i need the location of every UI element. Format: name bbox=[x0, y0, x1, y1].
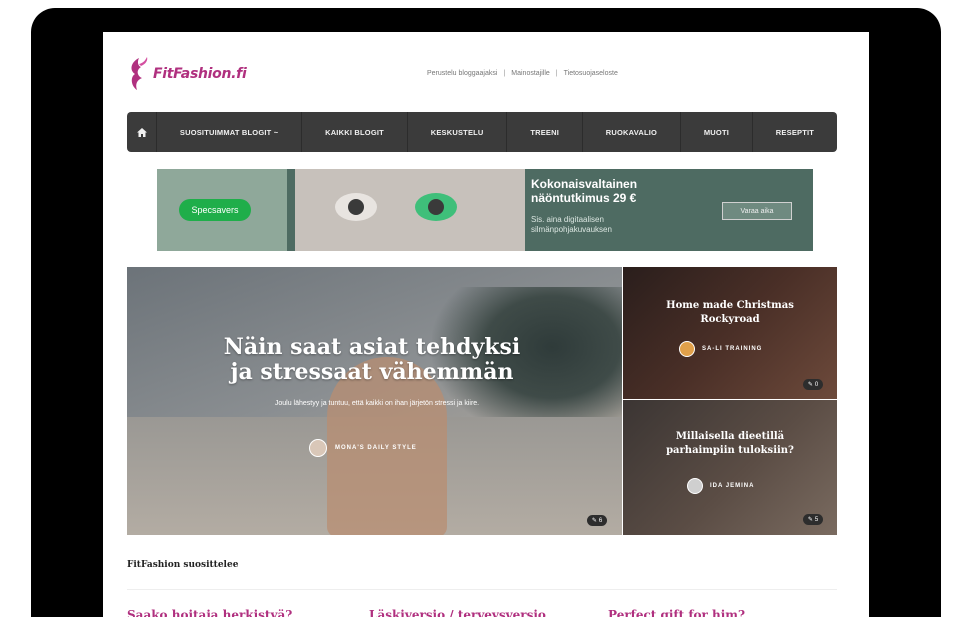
section-divider bbox=[127, 589, 837, 590]
eye-graphic-highlighted bbox=[415, 193, 457, 221]
comment-count-value: 0 bbox=[814, 381, 819, 388]
site-logo[interactable]: FitFashion.fi bbox=[127, 54, 247, 94]
comment-count[interactable]: ✎ 6 bbox=[587, 515, 607, 526]
author-name: IDA JEMINA bbox=[710, 483, 755, 489]
top-link-privacy[interactable]: Tietosuojaseloste bbox=[564, 70, 618, 77]
comment-icon: ✎ bbox=[807, 517, 813, 523]
top-links: Perustelu bloggaajaksi | Mainostajille |… bbox=[427, 70, 618, 77]
ad-brand-panel: Specsavers bbox=[157, 169, 287, 251]
featured-post-excerpt: Joulu lähestyy ja tuntuu, että kaikki on… bbox=[274, 400, 480, 407]
ad-subtext-line: silmänpohjakuvauksen bbox=[531, 225, 612, 234]
side-post-title[interactable]: Home made Christmas Rockyroad bbox=[633, 299, 827, 327]
top-link-blogger[interactable]: Perustelu bloggaajaksi bbox=[427, 70, 497, 77]
nav-home[interactable] bbox=[127, 112, 157, 152]
recommendation-link[interactable]: Perfect gift for him? bbox=[608, 608, 745, 617]
featured-title-line: ja stressaat vähemmän bbox=[230, 359, 514, 385]
main-nav: SUOSITUIMMAT BLOGIT ~ KAIKKI BLOGIT KESK… bbox=[127, 112, 837, 152]
logo-icon bbox=[127, 56, 149, 92]
device-frame: FitFashion.fi Perustelu bloggaajaksi | M… bbox=[31, 8, 941, 617]
ad-headline: Kokonaisvaltainen näöntutkimus 29 € bbox=[531, 177, 637, 205]
site-brand: FitFashion.fi bbox=[153, 66, 247, 82]
nav-item-all-blogs[interactable]: KAIKKI BLOGIT bbox=[302, 112, 408, 152]
side-post-title-line: Home made Christmas bbox=[666, 300, 794, 311]
recommendation-link[interactable]: Läskiversio / terveysversio bbox=[369, 608, 546, 617]
author-name: MONA'S DAILY STYLE bbox=[335, 445, 417, 451]
side-post-author[interactable]: SA-LI TRAINING bbox=[679, 341, 762, 357]
avatar bbox=[679, 341, 695, 357]
ad-headline-line: Kokonaisvaltainen bbox=[531, 177, 638, 191]
ad-face-image bbox=[295, 169, 525, 251]
side-post-title[interactable]: Millaisella dieetillä parhaimpiin tuloks… bbox=[633, 430, 827, 458]
featured-post-title[interactable]: Näin saat asiat tehdyksi ja stressaat vä… bbox=[197, 335, 547, 385]
ad-cta-button[interactable]: Varaa aika bbox=[722, 202, 792, 220]
ad-subtext-line: Sis. aina digitaalisen bbox=[531, 215, 604, 224]
eye-graphic bbox=[335, 193, 377, 221]
comment-count-value: 5 bbox=[814, 516, 819, 523]
browser-viewport: FitFashion.fi Perustelu bloggaajaksi | M… bbox=[103, 32, 869, 617]
ad-headline-line: näöntutkimus 29 € bbox=[531, 191, 637, 205]
top-link-separator: | bbox=[503, 70, 506, 77]
author-name: SA-LI TRAINING bbox=[702, 346, 763, 352]
top-link-advertisers[interactable]: Mainostajille bbox=[511, 70, 550, 77]
ad-banner[interactable]: Specsavers Kokonaisvaltainen näöntutkimu… bbox=[157, 169, 813, 251]
comment-icon: ✎ bbox=[591, 518, 597, 524]
avatar bbox=[309, 439, 327, 457]
side-post-author[interactable]: IDA JEMINA bbox=[687, 478, 754, 494]
featured-title-line: Näin saat asiat tehdyksi bbox=[223, 334, 521, 360]
recommendation-link[interactable]: Saako hoitaja herkistyä? bbox=[127, 608, 292, 617]
featured-post-author[interactable]: MONA'S DAILY STYLE bbox=[309, 439, 417, 457]
side-post-title-line: Millaisella dieetillä bbox=[675, 431, 785, 442]
nav-item-diet[interactable]: RUOKAVALIO bbox=[583, 112, 681, 152]
nav-item-fashion[interactable]: MUOTI bbox=[681, 112, 753, 152]
avatar bbox=[687, 478, 703, 494]
nav-item-popular-blogs[interactable]: SUOSITUIMMAT BLOGIT ~ bbox=[157, 112, 303, 152]
home-icon bbox=[136, 127, 147, 137]
side-post-title-line: Rockyroad bbox=[700, 314, 760, 325]
side-post-title-line: parhaimpiin tuloksiin? bbox=[666, 445, 794, 456]
side-post[interactable]: Millaisella dieetillä parhaimpiin tuloks… bbox=[623, 400, 837, 535]
ad-brand-logo: Specsavers bbox=[179, 199, 251, 221]
side-post[interactable]: Home made Christmas Rockyroad SA-LI TRAI… bbox=[623, 267, 837, 399]
featured-post[interactable]: Näin saat asiat tehdyksi ja stressaat vä… bbox=[127, 267, 622, 535]
nav-item-discussion[interactable]: KESKUSTELU bbox=[408, 112, 508, 152]
top-link-separator: | bbox=[555, 70, 558, 77]
recommendations-title: FitFashion suosittelee bbox=[127, 560, 239, 570]
nav-item-recipes[interactable]: RESEPTIT bbox=[753, 112, 837, 152]
comment-count[interactable]: ✎ 5 bbox=[803, 514, 823, 525]
nav-item-training[interactable]: TREENI bbox=[507, 112, 583, 152]
comment-count-value: 6 bbox=[598, 517, 603, 524]
comment-icon: ✎ bbox=[807, 382, 813, 388]
ad-subtext: Sis. aina digitaalisen silmänpohjakuvauk… bbox=[531, 215, 612, 235]
comment-count[interactable]: ✎ 0 bbox=[803, 379, 823, 390]
